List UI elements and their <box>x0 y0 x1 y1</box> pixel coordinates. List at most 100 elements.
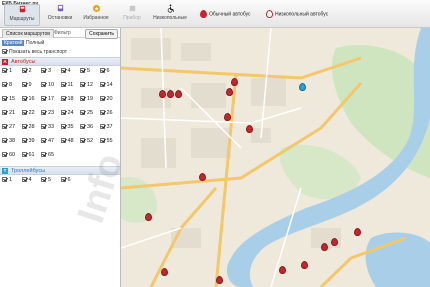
route-checkbox-item[interactable]: 26 <box>99 110 113 116</box>
route-checkbox-item[interactable]: 60 <box>2 152 15 158</box>
route-checkbox[interactable] <box>60 110 66 116</box>
route-checkbox[interactable] <box>41 138 46 144</box>
route-checkbox[interactable] <box>21 82 27 88</box>
bus-marker[interactable] <box>145 213 152 221</box>
route-checkbox-item[interactable]: 24 <box>60 110 74 116</box>
route-checkbox-item[interactable]: 65 <box>41 152 54 158</box>
route-checkbox-item[interactable]: 33 <box>41 124 54 130</box>
route-checkbox[interactable] <box>21 68 27 74</box>
route-checkbox[interactable] <box>80 96 85 102</box>
route-checkbox[interactable] <box>80 82 85 88</box>
route-checkbox-item[interactable]: 37 <box>99 124 113 130</box>
route-checkbox[interactable] <box>2 152 7 158</box>
bus-marker[interactable] <box>331 238 338 246</box>
route-checkbox[interactable] <box>60 96 66 102</box>
bus-marker[interactable] <box>159 90 166 98</box>
route-checkbox[interactable] <box>2 82 7 88</box>
bus-marker[interactable] <box>167 90 174 98</box>
route-checkbox[interactable] <box>60 68 66 74</box>
route-checkbox[interactable] <box>2 68 7 74</box>
route-checkbox-item[interactable]: 23 <box>41 110 54 116</box>
route-checkbox-item[interactable]: 28 <box>21 124 35 130</box>
route-checkbox[interactable] <box>80 138 85 144</box>
route-checkbox-item[interactable]: 55 <box>99 138 113 144</box>
routes-button[interactable]: Маршруты <box>4 4 40 26</box>
tab-route-list[interactable]: Список маршрутов <box>2 29 54 38</box>
route-checkbox-item[interactable]: 1 <box>2 177 12 183</box>
route-checkbox[interactable] <box>41 177 46 183</box>
bus-section-header[interactable]: А Автобусы <box>0 57 120 66</box>
route-checkbox[interactable] <box>21 110 27 116</box>
route-checkbox-item[interactable]: 11 <box>60 82 73 88</box>
route-checkbox-item[interactable]: 14 <box>99 82 113 88</box>
route-checkbox[interactable] <box>41 124 46 130</box>
route-checkbox[interactable] <box>21 96 27 102</box>
show-all-toggle[interactable]: Показать весь транспорт <box>0 48 120 57</box>
route-checkbox-item[interactable]: 8 <box>2 82 12 88</box>
bus-marker[interactable] <box>246 125 253 133</box>
route-checkbox[interactable] <box>99 68 105 74</box>
route-checkbox[interactable] <box>41 110 46 116</box>
route-checkbox-item[interactable]: 52 <box>80 138 93 144</box>
route-checkbox-item[interactable]: 9 <box>21 82 32 88</box>
bus-marker[interactable] <box>199 173 206 181</box>
route-checkbox[interactable] <box>41 96 46 102</box>
mode-full[interactable]: Полный <box>26 40 44 46</box>
route-checkbox-item[interactable]: 36 <box>80 124 93 130</box>
map-canvas[interactable] <box>121 28 430 287</box>
route-checkbox[interactable] <box>2 138 7 144</box>
route-checkbox-item[interactable]: 61 <box>21 152 35 158</box>
bus-marker[interactable] <box>216 276 223 284</box>
route-checkbox-item[interactable]: 17 <box>41 96 54 102</box>
route-checkbox[interactable] <box>80 124 85 130</box>
route-checkbox-item[interactable]: 48 <box>60 138 74 144</box>
route-checkbox[interactable] <box>21 152 27 158</box>
route-checkbox[interactable] <box>99 124 105 130</box>
bus-marker[interactable] <box>354 228 361 236</box>
route-checkbox-item[interactable]: 6 <box>99 68 110 74</box>
favorites-button[interactable]: ★ Избранное <box>78 4 114 26</box>
route-checkbox-item[interactable]: 16 <box>21 96 35 102</box>
route-checkbox[interactable] <box>80 110 85 116</box>
route-checkbox[interactable] <box>21 124 27 130</box>
route-checkbox-item[interactable]: 15 <box>2 96 15 102</box>
trolley-marker[interactable] <box>299 83 306 91</box>
route-checkbox-item[interactable]: 27 <box>2 124 15 130</box>
route-checkbox[interactable] <box>21 138 27 144</box>
lowfloor-button[interactable]: Низкопольные <box>148 4 192 26</box>
bus-marker[interactable] <box>226 88 233 96</box>
route-checkbox[interactable] <box>41 152 46 158</box>
route-checkbox-item[interactable]: 35 <box>60 124 74 130</box>
route-checkbox-item[interactable]: 38 <box>2 138 15 144</box>
route-checkbox[interactable] <box>60 124 66 130</box>
route-checkbox-item[interactable]: 12 <box>80 82 93 88</box>
route-checkbox-item[interactable]: 47 <box>41 138 54 144</box>
route-checkbox-item[interactable]: 2 <box>21 68 32 74</box>
show-all-checkbox[interactable] <box>2 49 7 55</box>
route-checkbox[interactable] <box>2 96 7 102</box>
tab-filter[interactable]: Фильтр <box>51 29 74 37</box>
stops-button[interactable]: Остановки <box>42 4 78 26</box>
route-checkbox-item[interactable]: 5 <box>80 68 90 74</box>
route-checkbox[interactable] <box>21 177 27 183</box>
route-checkbox-item[interactable]: 10 <box>41 82 54 88</box>
route-checkbox-item[interactable]: 21 <box>2 110 15 116</box>
route-checkbox-item[interactable]: 1 <box>2 68 12 74</box>
route-checkbox-item[interactable]: 5 <box>41 177 51 183</box>
bus-marker[interactable] <box>161 268 168 276</box>
route-checkbox[interactable] <box>41 82 46 88</box>
route-checkbox-item[interactable]: 6 <box>60 177 71 183</box>
route-checkbox-item[interactable]: 4 <box>60 68 71 74</box>
route-checkbox-item[interactable]: 25 <box>80 110 93 116</box>
bus-marker[interactable] <box>321 243 328 251</box>
bus-marker[interactable] <box>231 78 238 86</box>
route-checkbox[interactable] <box>99 110 105 116</box>
route-checkbox-item[interactable]: 39 <box>21 138 35 144</box>
route-checkbox-item[interactable]: 20 <box>99 96 113 102</box>
route-checkbox[interactable] <box>99 138 105 144</box>
map[interactable] <box>121 28 430 287</box>
route-checkbox-item[interactable]: 18 <box>60 96 74 102</box>
route-checkbox[interactable] <box>60 138 66 144</box>
bus-marker[interactable] <box>224 113 231 121</box>
route-checkbox[interactable] <box>2 177 7 183</box>
